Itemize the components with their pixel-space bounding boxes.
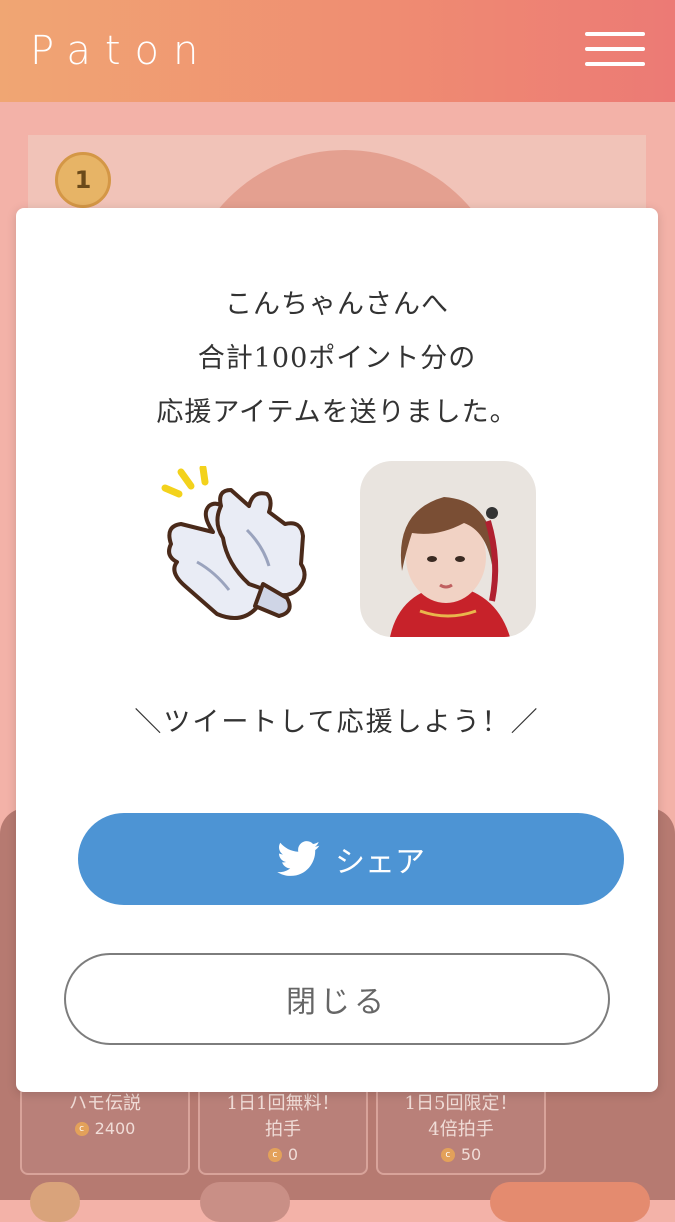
item-card[interactable]: ハモ伝説 c 2400 <box>20 1085 190 1175</box>
app-header: Paton <box>0 0 675 102</box>
item-card-title: 1日1回無料！ <box>226 1093 340 1114</box>
close-button-label: 閉じる <box>286 985 388 1020</box>
share-button-label: シェア <box>335 845 425 880</box>
item-card[interactable]: 1日5回限定！ 4倍拍手 c 50 <box>376 1085 546 1175</box>
item-card[interactable]: 1日1回無料！ 拍手 c0 <box>198 1085 368 1175</box>
message-line: 応援アイテムを送りました。 <box>156 397 518 428</box>
coin-icon: c <box>74 1121 89 1136</box>
item-card-title: ハモ伝説 <box>69 1093 141 1114</box>
twitter-bird-icon <box>277 841 320 876</box>
rank-badge: 1 <box>55 152 111 208</box>
paton-logo[interactable]: Paton <box>30 28 212 74</box>
bottom-action-button[interactable] <box>200 1182 290 1222</box>
message-line: 合計100ポイント分の <box>197 343 477 374</box>
bottom-action-button[interactable] <box>30 1182 80 1222</box>
share-button[interactable]: シェア <box>78 813 624 905</box>
hamburger-menu-icon[interactable] <box>585 32 645 66</box>
item-card-price: 0 <box>287 1145 299 1164</box>
coin-icon: c <box>440 1147 455 1162</box>
item-card-subtitle: 拍手 <box>265 1119 301 1140</box>
support-sent-modal: こんちゃんさんへ 合計100ポイント分の 応援アイテムを送りました。 ＼ツイート… <box>16 208 658 1092</box>
bottom-action-button[interactable] <box>490 1182 650 1222</box>
support-message: こんちゃんさんへ 合計100ポイント分の 応援アイテムを送りました。 <box>16 278 658 440</box>
coin-icon: c <box>267 1147 282 1162</box>
cheer-prompt: ＼ツイートして応援しよう！／ <box>134 707 540 738</box>
clapping-gloves-icon <box>161 466 307 620</box>
message-line: こんちゃんさんへ <box>225 289 449 320</box>
avatar <box>360 461 536 637</box>
close-button[interactable]: 閉じる <box>64 953 610 1045</box>
item-card-subtitle: 4倍拍手 <box>428 1119 494 1140</box>
item-card-title: 1日5回限定！ <box>404 1093 518 1114</box>
item-card-price: 2400 <box>94 1119 136 1138</box>
item-card-price: 50 <box>460 1145 482 1164</box>
